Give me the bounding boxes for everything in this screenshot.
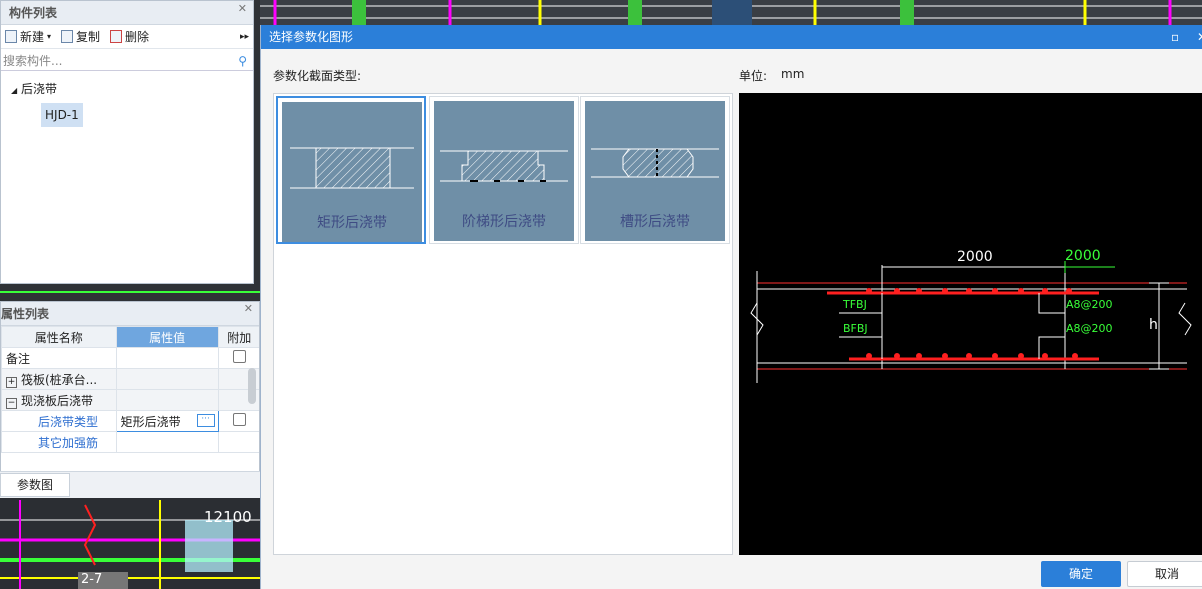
col-extra-header: 附加	[217, 326, 259, 348]
table-row[interactable]: + 筏板(桩承台...	[1, 368, 259, 390]
dim-right-label: 2000	[1065, 248, 1101, 264]
shape-thumbnail: 槽形后浇带	[585, 101, 725, 241]
preview-drawing: 2000 2000 TFBJ BFBJ A8@200 A8@200 h	[750, 248, 1192, 383]
table-row[interactable]: − 现浇板后浇带	[1, 389, 259, 411]
property-table: 属性名称 属性值 附加 备注 + 筏板(桩承台... − 现浇板后浇带 后浇带类型 …	[1, 326, 259, 453]
delete-icon	[110, 30, 123, 43]
param-tab-bar: 参数图	[0, 471, 260, 498]
table-row[interactable]: 其它加强筋	[1, 431, 259, 453]
component-panel-title: 构件列表	[1, 1, 253, 25]
collapse-arrow-icon[interactable]: ◢	[11, 86, 17, 95]
add-top-rebar-label: A8@200	[1066, 298, 1113, 311]
delete-button[interactable]: 删除	[110, 28, 149, 45]
unit-value: mm	[781, 67, 805, 81]
property-list-panel: 属性列表 ✕ 属性名称 属性值 附加 备注 + 筏板(桩承台... − 现浇板后浇带…	[0, 301, 260, 497]
shape-card-stepped[interactable]: 阶梯形后浇带	[429, 96, 579, 244]
dialog-title: 选择参数化图形	[269, 30, 354, 44]
top-rebar-label: TFBJ	[842, 298, 867, 311]
shape-gallery: 矩形后浇带 阶梯形后浇带 槽形后浇带	[273, 93, 733, 555]
tree-group[interactable]: ◢ 后浇带	[11, 77, 253, 103]
table-row[interactable]: 后浇带类型 矩形后浇带 ···	[1, 410, 259, 432]
shape-card-rectangular[interactable]: 矩形后浇带	[276, 96, 426, 244]
close-icon[interactable]: ✕	[1197, 25, 1202, 49]
search-input[interactable]: 搜索构件...	[3, 52, 62, 69]
shape-label: 矩形后浇带	[317, 215, 387, 231]
component-toolbar: 新建 ▾ 复制 删除 ▸▸	[1, 25, 253, 49]
shape-label: 阶梯形后浇带	[462, 214, 546, 230]
shape-thumbnail: 矩形后浇带	[282, 102, 422, 242]
bottom-rebar-label: BFBJ	[843, 322, 868, 335]
close-icon[interactable]: ✕	[238, 2, 247, 15]
new-button[interactable]: 新建 ▾	[5, 28, 51, 45]
cancel-button[interactable]: 取消	[1127, 561, 1202, 587]
add-bottom-rebar-label: A8@200	[1066, 322, 1113, 335]
collapse-icon[interactable]: −	[6, 397, 17, 409]
dropdown-arrow-icon[interactable]: ▾	[47, 32, 51, 41]
tree-item-selected[interactable]: HJD-1	[41, 103, 83, 127]
property-panel-title: 属性列表	[1, 302, 259, 326]
param-shape-dialog: 选择参数化图形 ▫ ✕ 参数化截面类型: 单位: mm 矩形后浇带	[260, 25, 1202, 589]
shape-type-value[interactable]: 矩形后浇带	[121, 415, 181, 429]
maximize-icon[interactable]: ▫	[1171, 25, 1179, 49]
extra-checkbox[interactable]	[232, 350, 246, 363]
component-search[interactable]: 搜索构件... ⚲	[1, 51, 253, 71]
new-file-icon	[5, 30, 17, 43]
dialog-title-bar: 选择参数化图形 ▫ ✕	[261, 25, 1202, 49]
unit-label: 单位:	[739, 69, 768, 83]
ok-button[interactable]: 确定	[1041, 561, 1121, 587]
more-icon[interactable]: ▸▸	[240, 32, 249, 42]
section-preview: 2000 2000 TFBJ BFBJ A8@200 A8@200 h	[739, 93, 1202, 555]
shape-card-grooved[interactable]: 槽形后浇带	[580, 96, 730, 244]
table-row[interactable]: 备注	[1, 347, 259, 369]
tab-param-diagram[interactable]: 参数图	[0, 473, 70, 497]
search-icon[interactable]: ⚲	[238, 54, 247, 68]
component-list-panel: 构件列表 ✕ 新建 ▾ 复制 删除 ▸▸ 搜索构件... ⚲ ◢ 后浇带 HJD-…	[0, 0, 254, 284]
height-label: h	[1149, 317, 1158, 333]
expand-icon[interactable]: +	[6, 376, 17, 388]
shape-thumbnail: 阶梯形后浇带	[434, 101, 574, 241]
ellipsis-button[interactable]: ···	[196, 414, 215, 427]
col-value-header: 属性值	[115, 326, 219, 348]
close-icon[interactable]: ✕	[244, 302, 253, 315]
copy-icon	[61, 30, 74, 43]
section-label: 参数化截面类型:	[273, 69, 362, 83]
copy-button[interactable]: 复制	[61, 28, 100, 45]
component-tree: ◢ 后浇带 HJD-1	[1, 71, 253, 127]
shape-label: 槽形后浇带	[620, 214, 690, 230]
dim-left-label: 2000	[957, 249, 993, 265]
cad-dimension-text: 12100	[204, 508, 252, 526]
extra-checkbox[interactable]	[232, 413, 246, 426]
cad-axis-label: 2-7	[81, 572, 103, 587]
scrollbar[interactable]	[248, 368, 256, 404]
col-name-header: 属性名称	[1, 326, 117, 348]
